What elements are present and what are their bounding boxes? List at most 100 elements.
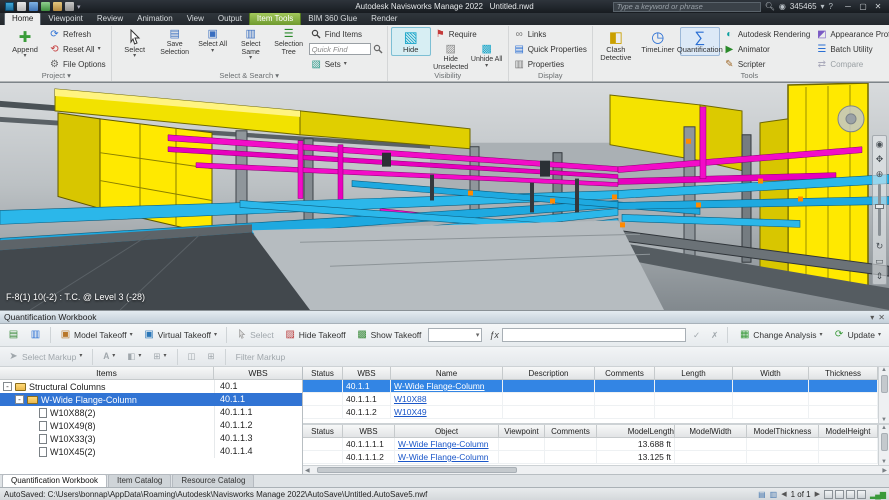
takeoff-view-dropdown[interactable]: ▾ xyxy=(428,328,482,342)
tree-header[interactable]: Items WBS xyxy=(0,367,302,380)
zoom-slider-thumb[interactable] xyxy=(875,204,884,209)
panel-close-icon[interactable]: ✕ xyxy=(878,313,885,322)
select-search-group-label[interactable]: Select & Search ▾ xyxy=(115,71,384,81)
project-group-label[interactable]: Project ▾ xyxy=(5,71,108,81)
object-row[interactable]: 40.1.1.1.2 W-Wide Flange-Column 13.125 f… xyxy=(303,451,878,464)
object-table-scrollbar[interactable]: ▲▼ xyxy=(878,425,889,465)
formula-accept-button[interactable]: ✓ xyxy=(689,328,704,343)
reset-all-button[interactable]: ⟲Reset All▾ xyxy=(47,42,108,56)
item-table-scrollbar[interactable]: ▲▼ xyxy=(878,367,889,423)
batch-utility-button[interactable]: ☰Batch Utility xyxy=(814,42,889,56)
formula-input[interactable] xyxy=(502,328,686,342)
clash-detective-button[interactable]: ◧Clash Detective xyxy=(596,27,636,64)
timeliner-button[interactable]: ◷TimeLiner xyxy=(638,27,678,56)
merge-cells-button[interactable]: ◫ xyxy=(184,349,200,364)
ribbon-tab[interactable]: View xyxy=(180,13,211,25)
tree-row[interactable]: W10X49(8) 40.1.1.2 xyxy=(0,419,302,432)
animator-button[interactable]: ▶Animator xyxy=(722,42,813,56)
takeoff-row[interactable]: 40.1.1.1 W10X88 xyxy=(303,393,878,406)
app-logo-icon[interactable] xyxy=(5,2,14,11)
navigation-bar[interactable]: ◉ ✥ ⊕ ↻ ▭ ⇕ xyxy=(872,135,887,285)
takeoff-row[interactable]: 40.1.1 W-Wide Flange-Column xyxy=(303,380,878,393)
quick-properties-button[interactable]: ▤Quick Properties xyxy=(512,42,589,56)
steering-wheel-icon[interactable]: ◉ xyxy=(876,139,884,149)
save-selection-button[interactable]: ▤Save Selection xyxy=(157,27,193,56)
search-icon[interactable]: 🔍︎ xyxy=(765,2,775,12)
properties-button[interactable]: ▥Properties xyxy=(512,57,589,71)
filter-markup-button[interactable]: Filter Markup xyxy=(232,350,290,364)
takeoff-row[interactable]: 40.1.1.2 W10X49 xyxy=(303,406,878,419)
tree-expander[interactable]: - xyxy=(15,395,24,404)
quick-find-icon[interactable] xyxy=(373,44,384,55)
minimize-button[interactable]: ─ xyxy=(841,1,855,12)
select-all-button[interactable]: ▣Select All▾ xyxy=(195,27,231,54)
select-markup-button[interactable]: ➤Select Markup▾ xyxy=(4,349,86,365)
workbook-tab[interactable]: Resource Catalog xyxy=(172,474,254,487)
next-sheet-button[interactable]: ▶ xyxy=(815,490,820,498)
zoom-slider[interactable] xyxy=(878,184,881,236)
ribbon-tab[interactable]: Item Tools xyxy=(249,12,301,25)
workbook-header[interactable]: Quantification Workbook ▾ ✕ xyxy=(0,311,889,324)
tree-row[interactable]: - W-Wide Flange-Column 40.1.1 xyxy=(0,393,302,406)
tree-row[interactable]: W10X33(3) 40.1.1.3 xyxy=(0,432,302,445)
ribbon-tab[interactable]: Output xyxy=(211,13,249,25)
takeoff-select-button[interactable]: Select xyxy=(232,327,278,343)
sheet-browser-icon[interactable]: ▤ xyxy=(758,490,766,499)
select-button[interactable]: Select▾ xyxy=(115,27,155,61)
print-icon[interactable] xyxy=(53,2,62,11)
workbook-tab[interactable]: Item Catalog xyxy=(108,474,171,487)
show-takeoff-button[interactable]: ▩Show Takeoff xyxy=(353,327,426,343)
hide-takeoff-button[interactable]: ▨Hide Takeoff xyxy=(281,327,350,343)
hide-button[interactable]: ▧ Hide xyxy=(391,27,431,56)
require-button[interactable]: ⚑Require xyxy=(433,27,505,41)
unhide-all-button[interactable]: ▩Unhide All▾ xyxy=(469,42,505,71)
save-icon[interactable] xyxy=(41,2,50,11)
hide-unselected-button[interactable]: ▨Hide Unselected xyxy=(433,42,469,71)
3d-viewport[interactable]: F-8(1) 10(-2) : T.C. @ Level 3 (-28) ◉ ✥… xyxy=(0,82,889,310)
ribbon-tab[interactable]: Viewpoint xyxy=(41,13,90,25)
pan-icon[interactable]: ✥ xyxy=(876,154,884,164)
user-id[interactable]: 345465 xyxy=(790,2,817,11)
object-table-header-row[interactable]: StatusWBSObjectViewpointCommentsModelLen… xyxy=(303,425,878,438)
prev-sheet-button[interactable]: ◀ xyxy=(781,490,786,498)
grid-button[interactable]: ⊞ xyxy=(204,349,219,364)
compare-button[interactable]: ⇄Compare xyxy=(814,57,889,71)
orbit-icon[interactable]: ↻ xyxy=(876,241,884,251)
text-color-button[interactable]: 𝐀▾ xyxy=(99,349,119,364)
workbook-tab[interactable]: Quantification Workbook xyxy=(2,474,107,487)
fill-color-button[interactable]: ◧▾ xyxy=(123,349,145,364)
virtual-takeoff-button[interactable]: ▣Virtual Takeoff▾ xyxy=(140,327,221,343)
panel-dropdown-icon[interactable]: ▾ xyxy=(870,313,874,322)
new-file-icon[interactable] xyxy=(17,2,26,11)
qat-dropdown-icon[interactable]: ▾ xyxy=(77,3,81,11)
zoom-icon[interactable]: ⊕ xyxy=(876,169,884,179)
tree-row[interactable]: W10X45(2) 40.1.1.4 xyxy=(0,445,302,458)
quantification-button[interactable]: ∑Quantification xyxy=(680,27,720,56)
border-style-button[interactable]: ⊞▾ xyxy=(149,349,170,364)
open-file-icon[interactable] xyxy=(29,2,38,11)
tree-expander[interactable]: - xyxy=(3,382,12,391)
selection-tree-button[interactable]: ☰Selection Tree xyxy=(271,27,307,56)
change-analysis-button[interactable]: ▦Change Analysis▾ xyxy=(735,327,826,343)
links-button[interactable]: ∞Links xyxy=(512,27,589,41)
object-row[interactable]: 40.1.1.1.1 W-Wide Flange-Column 13.688 f… xyxy=(303,438,878,451)
model-takeoff-button[interactable]: ▣Model Takeoff▾ xyxy=(56,327,137,343)
tree-row[interactable]: - Structural Columns 40.1 xyxy=(0,380,302,393)
help-icon[interactable]: ? xyxy=(829,2,833,12)
ribbon-tab[interactable]: Review xyxy=(90,13,130,25)
find-items-button[interactable]: Find Items xyxy=(309,27,384,41)
keyword-search-input[interactable] xyxy=(613,2,761,12)
scripter-button[interactable]: ✎Scripter xyxy=(722,57,813,71)
ribbon-tab[interactable]: Animation xyxy=(130,13,180,25)
sets-button[interactable]: ▧Sets▾ xyxy=(309,57,384,71)
refresh-button[interactable]: ⟳Refresh xyxy=(47,27,108,41)
panel-toggle-icons[interactable] xyxy=(824,490,866,499)
appearance-profiler-button[interactable]: ◩Appearance Profiler xyxy=(814,27,889,41)
export-takeoff-button[interactable]: ▤ xyxy=(4,327,23,343)
file-options-button[interactable]: ⚙File Options xyxy=(47,57,108,71)
select-same-button[interactable]: ▥Select Same▾ xyxy=(233,27,269,61)
ribbon-tab[interactable]: BIM 360 Glue xyxy=(301,13,364,25)
sheet-thumbnails-icon[interactable]: ▥ xyxy=(770,490,778,499)
formula-cancel-button[interactable]: ✗ xyxy=(707,328,722,343)
tree-row[interactable]: W10X88(2) 40.1.1.1 xyxy=(0,406,302,419)
